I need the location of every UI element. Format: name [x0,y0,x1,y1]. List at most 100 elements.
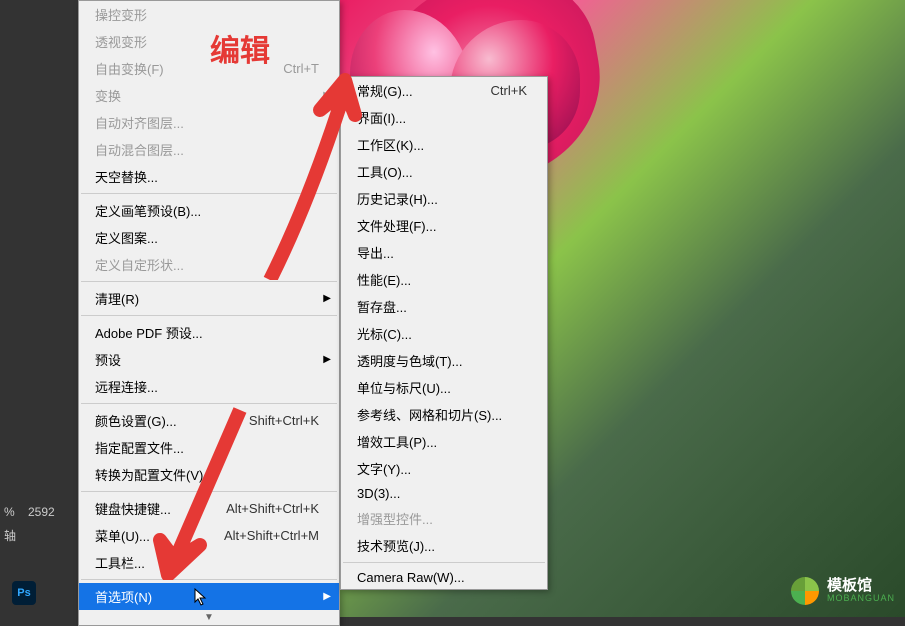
preferences-item[interactable]: 3D(3)... [341,482,547,505]
chevron-right-icon: ▶ [323,354,331,365]
menu-item-shortcut: Shift+Ctrl+K [249,413,319,428]
preferences-item[interactable]: 性能(E)... [341,266,547,293]
menu-item-label: 预设 [95,350,121,369]
edit-menu-item[interactable]: 清理(R) ▶ [79,285,339,312]
edit-menu[interactable]: 操控变形透视变形自由变换(F) Ctrl+T 变换 ▶ 自动对齐图层... 自动混合图层.… [78,0,340,626]
menu-item-label: Adobe PDF 预设... [95,323,203,342]
menu-item-label: 清理(R) [95,289,139,308]
annotation-label: 编辑 [210,26,270,70]
image-width: 2592 [28,505,55,519]
menu-item-label: 指定配置文件... [95,438,184,457]
preferences-item[interactable]: 文件处理(F)... [341,212,547,239]
menu-item-label: 性能(E)... [357,270,411,289]
status-bar: % 轴 [0,505,16,544]
edit-menu-item[interactable]: 首选项(N) ▶ [79,583,339,610]
edit-menu-item: 自动混合图层... [79,136,339,163]
preferences-item[interactable]: Camera Raw(W)... [341,566,547,589]
preferences-item[interactable]: 常规(G)... Ctrl+K [341,77,547,104]
menu-separator [81,403,337,404]
menu-separator [81,281,337,282]
menu-item-label: Camera Raw(W)... [357,570,465,585]
menu-item-label: 天空替换... [95,167,158,186]
menu-item-label: 远程连接... [95,377,158,396]
menu-item-shortcut: Ctrl+T [283,61,319,76]
menu-item-label: 增效工具(P)... [357,432,437,451]
preferences-item[interactable]: 历史记录(H)... [341,185,547,212]
menu-separator [81,579,337,580]
edit-menu-item[interactable]: 定义图案... [79,224,339,251]
menu-item-label: 常规(G)... [357,81,413,100]
menu-item-label: 自动混合图层... [95,140,184,159]
watermark-text-en: MOBANGUAN [827,594,895,604]
preferences-item[interactable]: 参考线、网格和切片(S)... [341,401,547,428]
watermark: 模板馆 MOBANGUAN [789,575,895,607]
menu-item-label: 定义画笔预设(B)... [95,201,201,220]
menu-item-label: 首选项(N) [95,587,152,606]
menu-item-label: 操控变形 [95,5,147,24]
preferences-item[interactable]: 单位与标尺(U)... [341,374,547,401]
menu-item-label: 光标(C)... [357,324,412,343]
edit-menu-item: 自动对齐图层... [79,109,339,136]
preferences-item[interactable]: 界面(I)... [341,104,547,131]
watermark-text-cn: 模板馆 [827,578,895,595]
axis-label: 轴 [4,527,16,544]
edit-menu-item[interactable]: 天空替换... [79,163,339,190]
edit-menu-item[interactable]: 指定配置文件... [79,434,339,461]
edit-menu-item[interactable]: 菜单(U)... Alt+Shift+Ctrl+M [79,522,339,549]
preferences-item[interactable]: 暂存盘... [341,293,547,320]
menu-item-label: 技术预览(J)... [357,536,435,555]
menu-item-label: 变换 [95,86,121,105]
menu-item-shortcut: Alt+Shift+Ctrl+K [226,501,319,516]
preferences-item[interactable]: 增效工具(P)... [341,428,547,455]
chevron-right-icon: ▶ [323,591,331,602]
menu-item-label: 界面(I)... [357,108,406,127]
menu-item-label: 自由变换(F) [95,59,164,78]
edit-menu-item: 操控变形 [79,1,339,28]
menu-item-label: 透明度与色域(T)... [357,351,462,370]
chevron-right-icon: ▶ [323,90,331,101]
edit-menu-item[interactable]: 定义画笔预设(B)... [79,197,339,224]
edit-menu-item[interactable]: 颜色设置(G)...Shift+Ctrl+K [79,407,339,434]
preferences-item[interactable]: 文字(Y)... [341,455,547,482]
menu-separator [81,491,337,492]
menu-item-label: 透视变形 [95,32,147,51]
menu-item-label: 工具栏... [95,553,145,572]
menu-item-label: 工作区(K)... [357,135,424,154]
edit-menu-item[interactable]: 键盘快捷键...Alt+Shift+Ctrl+K [79,495,339,522]
edit-menu-item[interactable]: Adobe PDF 预设... [79,319,339,346]
edit-menu-item[interactable]: 工具栏... [79,549,339,576]
menu-separator [81,315,337,316]
menu-item-label: 历史记录(H)... [357,189,438,208]
preferences-item[interactable]: 导出... [341,239,547,266]
menu-separator [343,562,545,563]
menu-item-label: 定义图案... [95,228,158,247]
preferences-item: 增强型控件... [341,505,547,532]
menu-item-label: 定义自定形状... [95,255,184,274]
watermark-logo-icon [789,575,821,607]
edit-menu-item[interactable]: 预设 ▶ [79,346,339,373]
preferences-item[interactable]: 技术预览(J)... [341,532,547,559]
edit-menu-item: 变换 ▶ [79,82,339,109]
preferences-submenu[interactable]: 常规(G)... Ctrl+K 界面(I)... 工作区(K)... 工具(O)... 历… [340,76,548,590]
preferences-item[interactable]: 光标(C)... [341,320,547,347]
menu-item-shortcut: Alt+Shift+Ctrl+M [224,528,319,543]
chevron-right-icon: ▶ [323,293,331,304]
menu-item-label: 暂存盘... [357,297,407,316]
menu-item-shortcut: Ctrl+K [491,83,527,98]
menu-item-label: 单位与标尺(U)... [357,378,451,397]
menu-item-label: 菜单(U)... [95,526,150,545]
menu-item-label: 文字(Y)... [357,459,411,478]
edit-menu-item[interactable]: 远程连接... [79,373,339,400]
chevron-down-icon[interactable]: ▼ [79,610,339,625]
photoshop-icon[interactable]: Ps [12,581,36,605]
edit-menu-item: 透视变形 [79,28,339,55]
menu-item-label: 导出... [357,243,394,262]
preferences-item[interactable]: 透明度与色域(T)... [341,347,547,374]
edit-menu-item: 定义自定形状... [79,251,339,278]
menu-item-label: 工具(O)... [357,162,413,181]
edit-menu-item[interactable]: 转换为配置文件(V)... [79,461,339,488]
menu-item-label: 自动对齐图层... [95,113,184,132]
zoom-percent: % [4,505,16,519]
preferences-item[interactable]: 工具(O)... [341,158,547,185]
preferences-item[interactable]: 工作区(K)... [341,131,547,158]
